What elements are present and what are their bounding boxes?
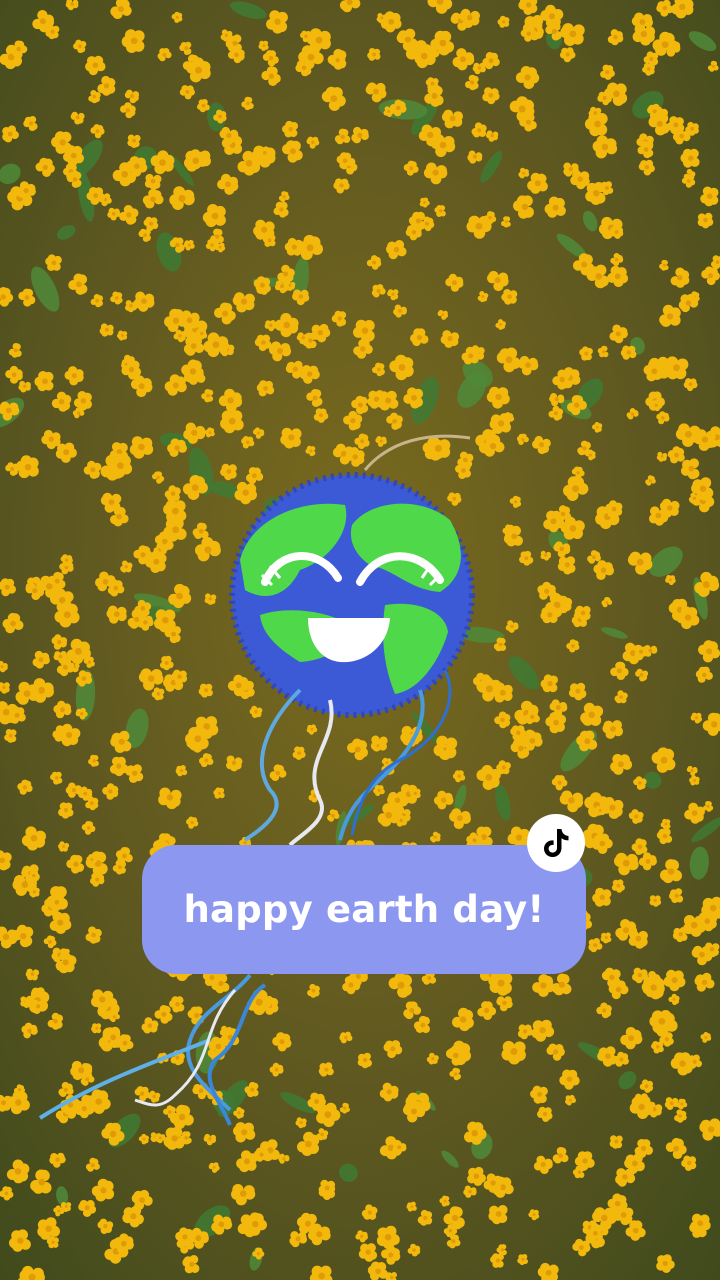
caption-card: happy earth day! (142, 845, 586, 974)
caption-text: happy earth day! (183, 888, 545, 931)
flower-field-photo (0, 0, 720, 1280)
tiktok-badge (527, 814, 585, 872)
photo-background (0, 0, 720, 1280)
tiktok-logo-icon (544, 829, 569, 857)
